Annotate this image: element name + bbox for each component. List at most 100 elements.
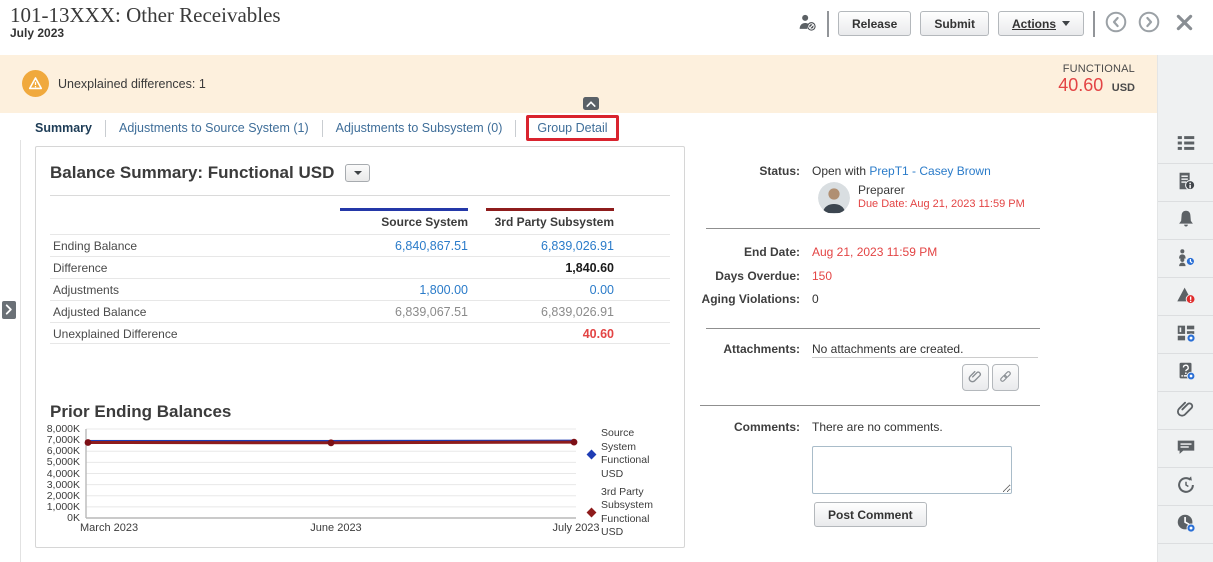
status-value: Open with PrepT1 - Casey Brown [812,164,991,178]
close-button[interactable] [1174,12,1195,36]
tab-summary[interactable]: Summary [35,121,105,135]
y-tick-label: 5,000K [46,456,80,468]
divider [706,328,1040,329]
rail-prior-reconciliations-button[interactable] [1158,468,1213,506]
actions-rail [1157,55,1213,562]
chart-legend: Source System Functional USD 3rd Party S… [586,427,684,544]
row-label: Adjustments [53,283,120,297]
end-date-value: Aug 21, 2023 11:59 PM [812,245,938,259]
currency-label: USD [1111,82,1135,94]
status-prefix: Open with [812,164,870,178]
balance-summary-title: Balance Summary: Functional USD [50,163,335,182]
history-icon [1175,512,1197,537]
unexplained-difference-value: 40.60 [582,327,614,341]
rail-list-button[interactable] [1158,126,1213,164]
ending-balance-source-link[interactable]: 6,840,867.51 [318,235,468,257]
add-link-button[interactable] [992,364,1019,391]
workflow-users-icon [1175,246,1197,271]
row-label: Ending Balance [53,239,138,253]
row-label: Adjusted Balance [53,305,147,319]
add-attachment-button[interactable] [962,364,989,391]
row-label: Unexplained Difference [53,327,178,341]
rail-history-button[interactable] [1158,506,1213,544]
rail-warnings-button[interactable] [1158,278,1213,316]
caret-down-icon [353,171,362,175]
legend-item: 3rd Party Subsystem Functional USD [586,485,684,541]
assignee-link[interactable]: PrepT1 - Casey Brown [869,164,990,178]
collapse-banner-button[interactable] [583,97,599,110]
warning-triangle-icon [1175,284,1197,309]
user-block-icon [796,11,818,36]
rail-workflow-button[interactable] [1158,240,1213,278]
rail-attachments-button[interactable] [1158,392,1213,430]
post-comment-button[interactable]: Post Comment [814,502,927,527]
rail-alerts-button[interactable] [1158,202,1213,240]
submit-button[interactable]: Submit [920,11,989,36]
row-label: Difference [53,261,108,275]
balance-summary-table: Source System 3rd Party Subsystem Ending… [50,205,670,344]
next-button[interactable] [1137,10,1161,37]
instructions-icon [1175,170,1197,195]
x-tick-label: March 2023 [80,522,139,534]
due-date-label: Due Date: [858,198,910,210]
aging-violations-label: Aging Violations: [701,292,800,306]
reconciliation-window: 101-13XXX: Other Receivables July 2023 R… [0,0,1213,562]
days-overdue-value: 150 [812,269,833,283]
list-icon [1175,132,1197,157]
ending-balance-subsystem-link[interactable]: 6,839,026.91 [464,235,614,257]
attributes-icon [1175,322,1197,347]
tab-group-detail[interactable]: Group Detail [537,121,607,135]
expand-panel-button[interactable] [2,301,16,319]
header-controls: Release Submit Actions [796,10,1195,37]
chevron-up-icon [586,96,596,111]
header-bar: 101-13XXX: Other Receivables July 2023 R… [0,0,1213,55]
release-button[interactable]: Release [837,11,912,36]
tab-adjustments-source-system[interactable]: Adjustments to Source System (1) [106,121,322,135]
warning-banner: Unexplained differences: 1 FUNCTIONAL 40… [0,55,1157,113]
comment-input[interactable] [812,446,1012,494]
caret-down-icon [1062,21,1070,26]
column-header-subsystem: 3rd Party Subsystem [494,215,614,229]
rail-attributes-button[interactable] [1158,316,1213,354]
preparer-role-label: Preparer [858,183,905,197]
comments-empty-text: There are no comments. [812,420,943,434]
due-date-line: Due Date: Aug 21, 2023 11:59 PM [858,198,1025,210]
actions-button[interactable]: Actions [997,11,1084,36]
page-title: 101-13XXX: Other Receivables [10,3,281,27]
status-label: Status: [759,164,800,178]
chevron-right-circle-icon [1137,10,1161,37]
annotation-highlight-box: Group Detail [526,115,619,141]
days-overdue-label: Days Overdue: [715,269,800,283]
source-series-marker-icon [586,449,597,460]
rail-comments-button[interactable] [1158,430,1213,468]
balance-view-dropdown[interactable] [345,164,371,182]
rail-instructions-button[interactable] [1158,164,1213,202]
warning-icon [22,70,49,97]
table-row: Ending Balance 6,840,867.51 6,839,026.91 [50,234,670,256]
rail-questions-button[interactable] [1158,354,1213,392]
previous-button[interactable] [1104,10,1128,37]
tab-bar: Summary Adjustments to Source System (1)… [35,114,619,142]
subsystem-series-marker-icon [586,507,597,518]
adjusted-balance-subsystem: 6,839,026.91 [541,305,614,319]
table-row: Unexplained Difference 40.60 [50,322,670,344]
questions-icon [1175,360,1197,385]
legend-label: Source System Functional USD [601,427,650,480]
column-header-source: Source System [381,215,468,229]
prior-balances-chart [84,428,578,519]
divider [50,195,670,196]
user-unassigned-button[interactable] [796,11,818,36]
adjustments-source-link[interactable]: 1,800.00 [318,279,468,301]
chevron-right-icon [5,303,13,318]
workflow-panel: Status: Open with PrepT1 - Casey Brown P… [700,146,1155,562]
preparer-avatar [818,182,850,214]
legend-label: 3rd Party Subsystem Functional USD [601,485,653,539]
chart-title: Prior Ending Balances [50,402,232,421]
due-date-value: Aug 21, 2023 11:59 PM [909,198,1025,210]
adjustments-subsystem-link[interactable]: 0.00 [464,279,614,301]
actions-label: Actions [1011,16,1056,31]
table-row: Adjusted Balance 6,839,067.51 6,839,026.… [50,300,670,322]
tab-adjustments-subsystem[interactable]: Adjustments to Subsystem (0) [323,121,516,135]
balance-type-label: FUNCTIONAL [1062,63,1135,75]
paperclip-icon [1175,398,1197,423]
